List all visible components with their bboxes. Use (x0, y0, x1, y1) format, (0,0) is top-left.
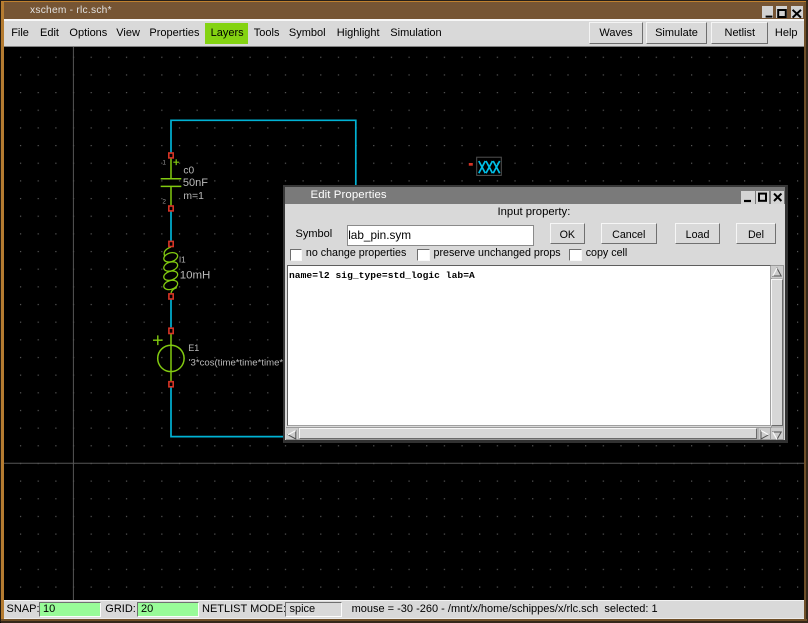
svg-text:E1: E1 (188, 343, 199, 353)
svg-text:2: 2 (162, 198, 166, 205)
svg-text:m=1: m=1 (183, 191, 204, 202)
svg-text:10mH: 10mH (179, 269, 210, 281)
svg-text:'3*cos(time*time*time*: '3*cos(time*time*time* (188, 357, 283, 368)
svg-text:l1: l1 (179, 254, 186, 264)
svg-text:1: 1 (162, 160, 166, 167)
svg-text:c0: c0 (183, 166, 194, 177)
svg-text:50nF: 50nF (182, 177, 207, 189)
